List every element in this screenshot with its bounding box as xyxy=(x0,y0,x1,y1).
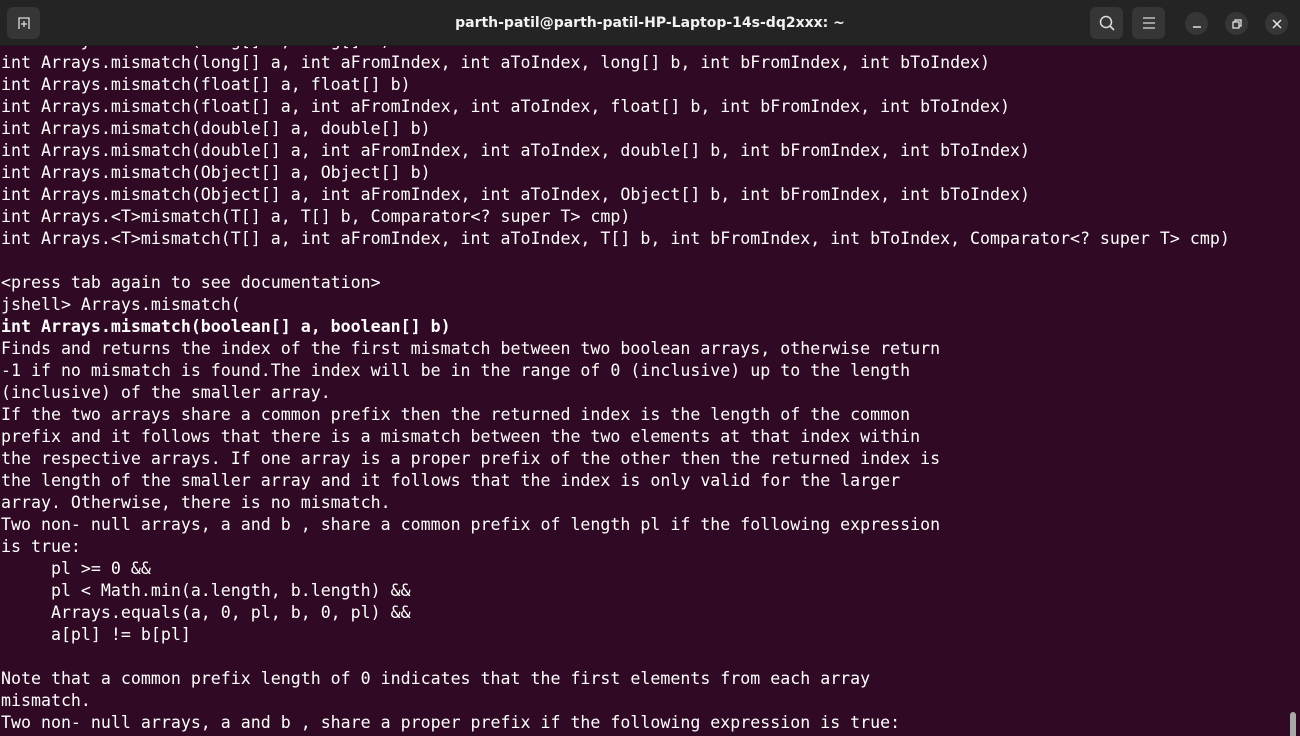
terminal-line: Two non- null arrays, a and b , share a … xyxy=(1,515,941,534)
menu-icon xyxy=(1142,17,1155,29)
terminal-line: int Arrays.<T>mismatch(T[] a, int aFromI… xyxy=(1,229,1230,248)
terminal-line: Note that a common prefix length of 0 in… xyxy=(1,669,871,688)
terminal-line: mismatch. xyxy=(1,691,91,710)
terminal-line: int Arrays.mismatch(Object[] a, int aFro… xyxy=(1,185,1030,204)
terminal-line: <press tab again to see documentation> xyxy=(1,273,381,292)
minimize-button[interactable] xyxy=(1185,12,1208,35)
terminal-line: int Arrays.mismatch(double[] a, double[]… xyxy=(1,119,431,138)
title-bar: parth-patil@parth-patil-HP-Laptop-14s-dq… xyxy=(0,0,1300,46)
restore-button[interactable] xyxy=(1225,12,1248,35)
terminal-line: -1 if no mismatch is found.The index wil… xyxy=(1,361,911,380)
terminal-line: is true: xyxy=(1,537,81,556)
terminal-line: If the two arrays share a common prefix … xyxy=(1,405,911,424)
terminal-line: the length of the smaller array and it f… xyxy=(1,471,901,490)
terminal-line: jshell> Arrays.mismatch( xyxy=(1,295,241,314)
scrollbar[interactable] xyxy=(1290,712,1296,736)
terminal-line: Two non- null arrays, a and b , share a … xyxy=(1,713,901,732)
terminal-line: pl >= 0 && xyxy=(1,559,151,578)
terminal-line: int Arrays.mismatch(long[] a, int aFromI… xyxy=(1,53,991,72)
close-button[interactable] xyxy=(1265,12,1288,35)
terminal-line: Arrays.equals(a, 0, pl, b, 0, pl) && xyxy=(1,603,411,622)
terminal-output[interactable]: int Arrays.mismatch(long[] a, long[] b)i… xyxy=(0,46,1300,736)
terminal-line: prefix and it follows that there is a mi… xyxy=(1,427,921,446)
minimize-icon xyxy=(1192,25,1201,28)
terminal-line: pl < Math.min(a.length, b.length) && xyxy=(1,581,411,600)
terminal-line: int Arrays.mismatch(float[] a, float[] b… xyxy=(1,75,411,94)
terminal-line: int Arrays.<T>mismatch(T[] a, T[] b, Com… xyxy=(1,207,631,226)
terminal-lines: int Arrays.mismatch(long[] a, long[] b)i… xyxy=(0,46,1300,734)
terminal-line: int Arrays.mismatch(double[] a, int aFro… xyxy=(1,141,1030,160)
terminal-line: array. Otherwise, there is no mismatch. xyxy=(1,493,391,512)
terminal-line: a[pl] != b[pl] xyxy=(1,625,191,644)
terminal-line: (inclusive) of the smaller array. xyxy=(1,383,331,402)
search-button[interactable] xyxy=(1090,7,1123,39)
search-icon xyxy=(1099,15,1115,31)
terminal-line: int Arrays.mismatch(float[] a, int aFrom… xyxy=(1,97,1011,116)
close-icon xyxy=(1272,19,1281,28)
menu-button[interactable] xyxy=(1132,7,1165,39)
restore-icon xyxy=(1231,18,1242,29)
terminal-line: the respective arrays. If one array is a… xyxy=(1,449,941,468)
terminal-line: Finds and returns the index of the first… xyxy=(1,339,941,358)
terminal-line: int Arrays.mismatch(Object[] a, Object[]… xyxy=(1,163,431,182)
terminal-line: int Arrays.mismatch(boolean[] a, boolean… xyxy=(1,317,451,336)
